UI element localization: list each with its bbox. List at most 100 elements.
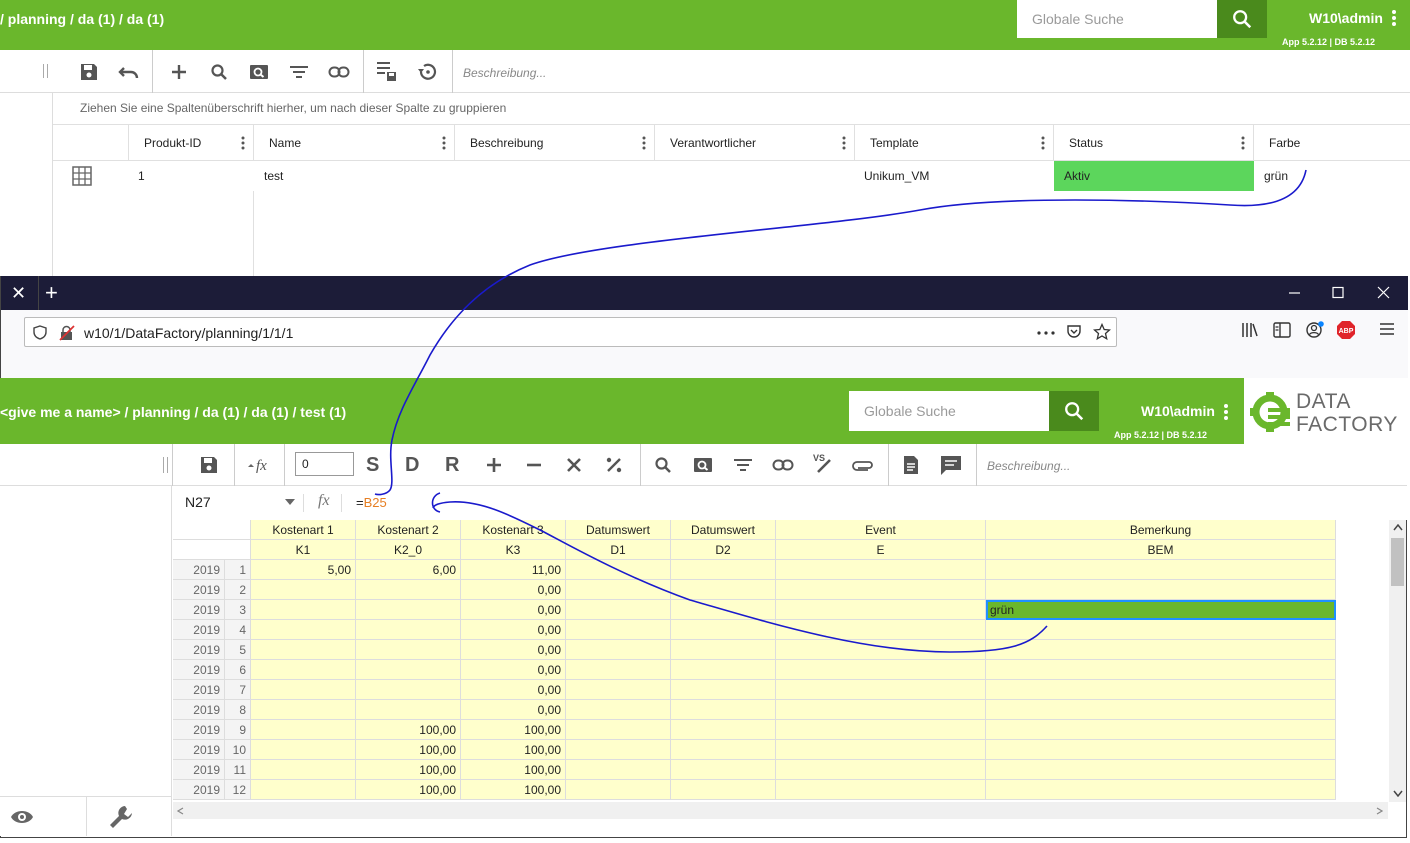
cell-k2[interactable]: 6,00 <box>356 560 461 580</box>
cell-k2[interactable] <box>356 580 461 600</box>
cell-empty[interactable] <box>566 600 671 620</box>
more-horiz-icon[interactable] <box>1037 331 1055 335</box>
pocket-icon[interactable] <box>1066 324 1082 340</box>
adblock-icon[interactable]: ABP <box>1336 320 1356 340</box>
cell-k1[interactable] <box>251 620 356 640</box>
cell-k3[interactable]: 0,00 <box>461 600 566 620</box>
cell-k3[interactable]: 0,00 <box>461 680 566 700</box>
column-header-cell[interactable]: K2_0 <box>356 540 461 560</box>
column-header-cell[interactable]: Kostenart 1 <box>251 520 356 540</box>
cell-k1[interactable] <box>251 780 356 800</box>
column-menu-icon[interactable] <box>241 136 245 150</box>
column-menu-icon[interactable] <box>442 136 446 150</box>
column-header-cell[interactable]: Datumswert <box>671 520 776 540</box>
cell-k2[interactable]: 100,00 <box>356 780 461 800</box>
column-menu-icon[interactable] <box>842 136 846 150</box>
cell-bem[interactable] <box>986 640 1336 660</box>
column-header-cell[interactable]: E <box>776 540 986 560</box>
cell-empty[interactable] <box>776 640 986 660</box>
cell-empty[interactable] <box>566 740 671 760</box>
cell-farbe[interactable]: grün <box>1264 161 1288 191</box>
cell-empty[interactable] <box>776 600 986 620</box>
cell-empty[interactable] <box>776 580 986 600</box>
column-menu-icon[interactable] <box>1041 136 1045 150</box>
cell-bem[interactable] <box>986 760 1336 780</box>
document-icon[interactable] <box>900 454 922 476</box>
cell-empty[interactable] <box>566 640 671 660</box>
undo-icon[interactable] <box>118 61 140 83</box>
cell-k3[interactable]: 11,00 <box>461 560 566 580</box>
cell-k1[interactable] <box>251 660 356 680</box>
cell-k2[interactable] <box>356 620 461 640</box>
cell-empty[interactable] <box>671 580 776 600</box>
cell-bem[interactable] <box>986 620 1336 640</box>
spreadsheet[interactable]: Kostenart 1 Kostenart 2 Kostenart 3 Datumsw… <box>173 520 1388 802</box>
cell-bem[interactable] <box>986 680 1336 700</box>
cell-k3[interactable]: 100,00 <box>461 720 566 740</box>
history-icon[interactable] <box>416 61 438 83</box>
cell-k2[interactable]: 100,00 <box>356 760 461 780</box>
cell-name[interactable]: test <box>264 161 283 191</box>
cell-k3[interactable]: 100,00 <box>461 780 566 800</box>
column-header-produkt-id[interactable]: Produkt-ID <box>129 125 254 161</box>
add-icon[interactable] <box>168 61 190 83</box>
s-button[interactable]: S <box>366 454 379 477</box>
scroll-right-icon[interactable] <box>1376 807 1383 815</box>
cell-k2[interactable] <box>356 640 461 660</box>
save-icon[interactable] <box>78 61 100 83</box>
description-input[interactable]: Beschreibung... <box>463 66 546 80</box>
scroll-down-icon[interactable] <box>1393 790 1403 797</box>
cell-empty[interactable] <box>566 780 671 800</box>
cell-empty[interactable] <box>776 660 986 680</box>
hamburger-menu-icon[interactable] <box>1379 322 1395 336</box>
cell-status[interactable]: Aktiv <box>1054 161 1254 191</box>
cell-bem[interactable] <box>986 720 1336 740</box>
vertical-scrollbar[interactable] <box>1389 520 1406 802</box>
column-header-beschreibung[interactable]: Beschreibung <box>455 125 655 161</box>
column-header-cell[interactable]: K3 <box>461 540 566 560</box>
search-button[interactable] <box>1217 0 1267 38</box>
cell-bem[interactable] <box>986 660 1336 680</box>
cell-empty[interactable] <box>566 700 671 720</box>
cell-empty[interactable] <box>566 660 671 680</box>
cell-empty[interactable] <box>776 760 986 780</box>
column-header-cell[interactable]: D2 <box>671 540 776 560</box>
url-bar[interactable]: w10/1/DataFactory/planning/1/1/1 <box>24 317 1117 347</box>
cell-k1[interactable] <box>251 740 356 760</box>
url-text[interactable]: w10/1/DataFactory/planning/1/1/1 <box>84 325 293 341</box>
cell-k3[interactable]: 0,00 <box>461 660 566 680</box>
cell-k1[interactable]: 5,00 <box>251 560 356 580</box>
r-button[interactable]: R <box>445 454 459 477</box>
compare-icon[interactable]: VS <box>812 452 834 474</box>
close-window-icon[interactable] <box>1374 284 1394 302</box>
column-header-cell[interactable]: Kostenart 2 <box>356 520 461 540</box>
app-breadcrumb[interactable]: <give me a name> / planning / da (1) / d… <box>0 404 346 420</box>
column-header-cell[interactable]: D1 <box>566 540 671 560</box>
close-tab-icon[interactable]: ✕ <box>11 284 29 302</box>
cell-empty[interactable] <box>671 660 776 680</box>
description-input[interactable]: Beschreibung... <box>987 459 1070 473</box>
splitter-handle[interactable] <box>167 457 168 473</box>
cell-k1[interactable] <box>251 640 356 660</box>
cell-empty[interactable] <box>671 780 776 800</box>
shield-icon[interactable] <box>33 325 47 340</box>
breadcrumb[interactable]: / planning / da (1) / da (1) <box>0 11 164 27</box>
cell-produkt-id[interactable]: 1 <box>138 161 145 191</box>
cell-empty[interactable] <box>776 680 986 700</box>
user-name[interactable]: W10\admin <box>1309 10 1383 26</box>
cell-empty[interactable] <box>776 780 986 800</box>
search-box-icon[interactable] <box>248 61 270 83</box>
insecure-lock-icon[interactable] <box>59 325 75 341</box>
cell-empty[interactable] <box>566 580 671 600</box>
app-search-button[interactable] <box>1049 391 1099 431</box>
cell-k2[interactable]: 100,00 <box>356 720 461 740</box>
search-icon[interactable] <box>652 454 674 476</box>
column-header-farbe[interactable]: Farbe <box>1254 125 1410 161</box>
attachment-icon[interactable] <box>852 454 874 476</box>
more-vert-icon[interactable] <box>1390 9 1398 27</box>
column-header-name[interactable]: Name <box>254 125 455 161</box>
comment-icon[interactable] <box>940 454 962 476</box>
cell-k3[interactable]: 0,00 <box>461 700 566 720</box>
cell-empty[interactable] <box>776 560 986 580</box>
subtract-icon[interactable] <box>523 454 545 476</box>
